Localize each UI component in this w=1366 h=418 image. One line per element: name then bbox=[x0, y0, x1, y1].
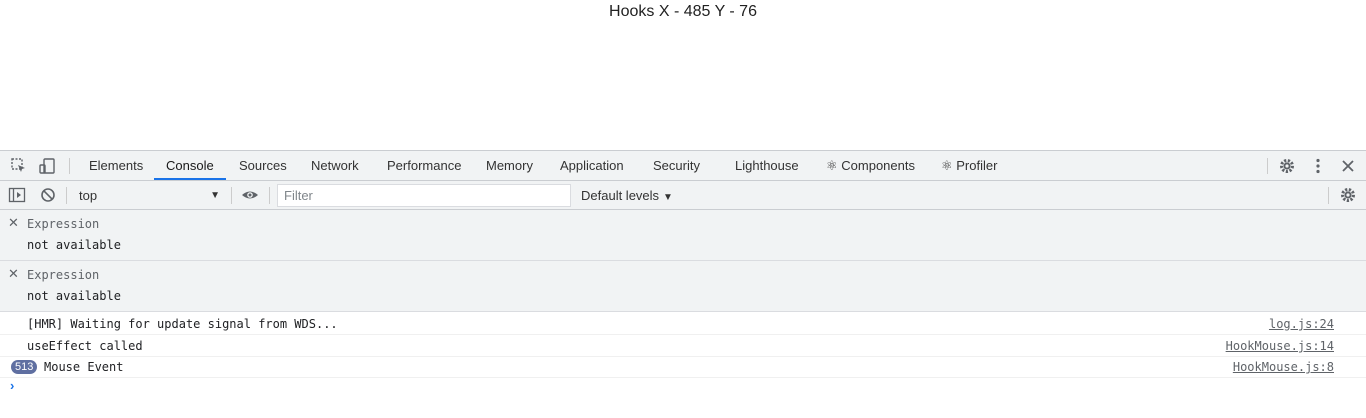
console-message: 513 Mouse Event HookMouse.js:8 bbox=[0, 356, 1366, 378]
tab-elements[interactable]: Elements bbox=[89, 151, 143, 181]
remove-expression-icon[interactable]: ✕ bbox=[8, 215, 19, 231]
clear-console-icon[interactable] bbox=[39, 186, 57, 204]
source-link[interactable]: HookMouse.js:8 bbox=[1233, 360, 1334, 374]
page-heading: Hooks X - 485 Y - 76 bbox=[609, 3, 757, 20]
message-text: [HMR] Waiting for update signal from WDS… bbox=[27, 317, 338, 331]
console-settings-icon[interactable] bbox=[1339, 186, 1357, 204]
log-levels-dropdown[interactable]: Default levels ▼ bbox=[581, 181, 673, 210]
console-toolbar: top ▼ Default levels▼ bbox=[0, 181, 1366, 210]
device-toolbar-icon[interactable] bbox=[38, 157, 56, 175]
settings-icon[interactable] bbox=[1278, 157, 1296, 175]
repeat-count-badge: 513 bbox=[11, 360, 38, 374]
live-expression-icon[interactable] bbox=[241, 186, 259, 204]
devtools-panel: Elements Console Sources Network Perform… bbox=[0, 150, 1366, 418]
log-levels-label: Default levels bbox=[581, 188, 660, 203]
inspect-element-icon[interactable] bbox=[10, 157, 28, 175]
separator bbox=[269, 187, 270, 204]
chevron-down-icon: ▼ bbox=[210, 190, 220, 201]
separator bbox=[1328, 187, 1329, 204]
expression-value: not available bbox=[27, 238, 121, 252]
more-vertical-icon[interactable] bbox=[1309, 157, 1327, 175]
console-message: useEffect called HookMouse.js:14 bbox=[0, 335, 1366, 357]
tab-console[interactable]: Console bbox=[166, 151, 214, 181]
tab-lighthouse[interactable]: Lighthouse bbox=[735, 151, 799, 181]
separator bbox=[66, 187, 67, 204]
expression-value: not available bbox=[27, 289, 121, 303]
tab-security[interactable]: Security bbox=[653, 151, 700, 181]
live-expression: ✕ Expression not available bbox=[0, 210, 1366, 261]
close-icon[interactable] bbox=[1339, 157, 1357, 175]
active-tab-indicator bbox=[154, 178, 226, 180]
tab-sources[interactable]: Sources bbox=[239, 151, 287, 181]
source-link[interactable]: log.js:24 bbox=[1269, 317, 1334, 331]
web-page: Hooks X - 485 Y - 76 bbox=[0, 0, 1366, 150]
message-text: useEffect called bbox=[27, 339, 143, 353]
sidebar-toggle-icon[interactable] bbox=[8, 186, 26, 204]
separator bbox=[1267, 158, 1268, 174]
expression-input[interactable]: Expression bbox=[27, 268, 99, 282]
tab-components[interactable]: ⚛ Components bbox=[826, 151, 915, 181]
separator bbox=[69, 158, 70, 174]
filter-input[interactable] bbox=[277, 184, 571, 207]
chevron-down-icon: ▼ bbox=[663, 192, 673, 203]
source-link[interactable]: HookMouse.js:14 bbox=[1226, 339, 1334, 353]
console-prompt-icon[interactable]: › bbox=[10, 378, 14, 393]
live-expression: ✕ Expression not available bbox=[0, 261, 1366, 312]
tab-memory[interactable]: Memory bbox=[486, 151, 533, 181]
tab-profiler[interactable]: ⚛ Profiler bbox=[941, 151, 997, 181]
tab-application[interactable]: Application bbox=[560, 151, 624, 181]
context-selector[interactable]: top ▼ bbox=[72, 185, 224, 206]
tab-performance[interactable]: Performance bbox=[387, 151, 461, 181]
devtools-tabbar: Elements Console Sources Network Perform… bbox=[0, 151, 1366, 181]
console-message: [HMR] Waiting for update signal from WDS… bbox=[0, 313, 1366, 335]
separator bbox=[231, 187, 232, 204]
message-text: Mouse Event bbox=[44, 360, 124, 374]
tab-network[interactable]: Network bbox=[311, 151, 359, 181]
expression-input[interactable]: Expression bbox=[27, 217, 99, 231]
remove-expression-icon[interactable]: ✕ bbox=[8, 266, 19, 282]
context-value: top bbox=[79, 188, 98, 203]
